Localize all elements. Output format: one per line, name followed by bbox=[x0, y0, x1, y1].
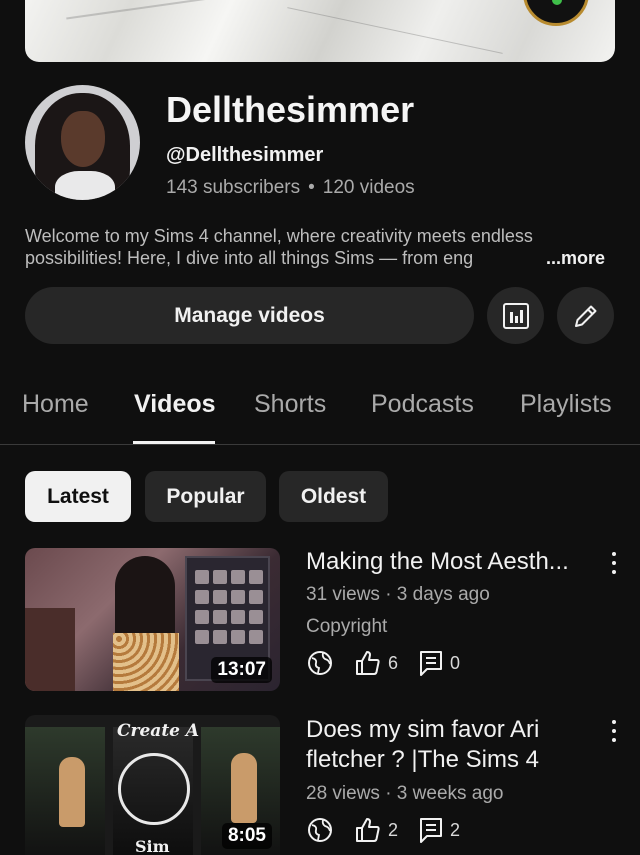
more-link[interactable]: ...more bbox=[541, 247, 605, 269]
manage-videos-button[interactable]: Manage videos bbox=[25, 287, 474, 344]
video-title[interactable]: Making the Most Aesth... bbox=[306, 547, 592, 577]
like-count: 6 bbox=[388, 652, 399, 673]
video-thumbnail[interactable]: Create A Sim 8:05 bbox=[25, 715, 280, 855]
more-options-icon[interactable] bbox=[606, 550, 622, 576]
description-line: Welcome to my Sims 4 channel, where crea… bbox=[25, 226, 533, 246]
video-stats-row: 2 2 bbox=[306, 815, 480, 845]
like-count: 2 bbox=[388, 819, 399, 840]
channel-handle: @Dellthesimmer bbox=[166, 144, 324, 166]
analytics-button[interactable] bbox=[487, 287, 544, 344]
thumbnail-text: Create A bbox=[117, 721, 200, 741]
tab-podcasts[interactable]: Podcasts bbox=[371, 390, 474, 419]
tab-videos[interactable]: Videos bbox=[134, 390, 216, 419]
tab-shorts[interactable]: Shorts bbox=[254, 390, 326, 419]
thumbnail-figure bbox=[231, 753, 257, 823]
thumbnail-ring bbox=[118, 753, 190, 825]
comment-count: 0 bbox=[450, 652, 461, 673]
thumbs-up-icon bbox=[354, 816, 382, 844]
video-meta: 31 views · 3 days ago bbox=[306, 584, 490, 605]
video-thumbnail[interactable]: 13:07 bbox=[25, 548, 280, 691]
video-duration: 13:07 bbox=[211, 657, 272, 683]
tab-playlists[interactable]: Playlists bbox=[520, 390, 612, 419]
globe-icon bbox=[306, 649, 334, 677]
channel-description[interactable]: Welcome to my Sims 4 channel, where crea… bbox=[25, 225, 615, 269]
comment-icon bbox=[418, 649, 444, 677]
edit-channel-button[interactable] bbox=[557, 287, 614, 344]
thumbnail-figure bbox=[25, 608, 75, 691]
thumbnail-panel bbox=[25, 727, 105, 855]
thumbnail-figure bbox=[59, 757, 85, 827]
description-fade bbox=[473, 247, 533, 269]
filter-popular-chip[interactable]: Popular bbox=[145, 471, 266, 522]
subscriber-count: 143 subscribers bbox=[166, 177, 301, 198]
comment-icon bbox=[418, 816, 444, 844]
tab-home[interactable]: Home bbox=[22, 390, 89, 419]
channel-tabs: Home Videos Shorts Podcasts Playlists bbox=[0, 390, 640, 445]
thumbnail-outfit bbox=[113, 633, 179, 691]
comment-count: 2 bbox=[450, 819, 461, 840]
copyright-notice[interactable]: Copyright bbox=[306, 616, 387, 638]
video-count: 120 videos bbox=[322, 177, 415, 198]
globe-icon bbox=[306, 816, 334, 844]
channel-stats: 143 subscribers • 120 videos bbox=[166, 177, 415, 199]
bar-chart-icon bbox=[502, 302, 529, 329]
description-line: possibilities! Here, I dive into all thi… bbox=[25, 247, 615, 269]
pencil-icon bbox=[574, 305, 596, 327]
banner-marble-vein bbox=[287, 7, 503, 54]
avatar-shirt bbox=[55, 171, 115, 200]
channel-avatar[interactable] bbox=[25, 85, 140, 200]
channel-banner[interactable] bbox=[25, 0, 615, 62]
banner-logo-badge bbox=[523, 0, 589, 26]
thumbs-up-icon bbox=[354, 649, 382, 677]
channel-name: Dellthesimmer bbox=[166, 89, 415, 130]
more-options-icon[interactable] bbox=[606, 718, 622, 744]
stats-separator: • bbox=[308, 177, 315, 198]
filter-latest-chip[interactable]: Latest bbox=[25, 471, 131, 522]
video-duration: 8:05 bbox=[221, 823, 272, 849]
thumbnail-text: Sim bbox=[135, 837, 170, 855]
video-meta: 28 views · 3 weeks ago bbox=[306, 783, 504, 804]
filter-oldest-chip[interactable]: Oldest bbox=[279, 471, 388, 522]
video-stats-row: 6 0 bbox=[306, 648, 480, 678]
active-tab-indicator bbox=[133, 441, 215, 444]
video-title[interactable]: Does my sim favor Ari fletcher ? |The Si… bbox=[306, 715, 596, 775]
description-text: possibilities! Here, I dive into all thi… bbox=[25, 248, 474, 268]
avatar-face bbox=[61, 111, 105, 167]
